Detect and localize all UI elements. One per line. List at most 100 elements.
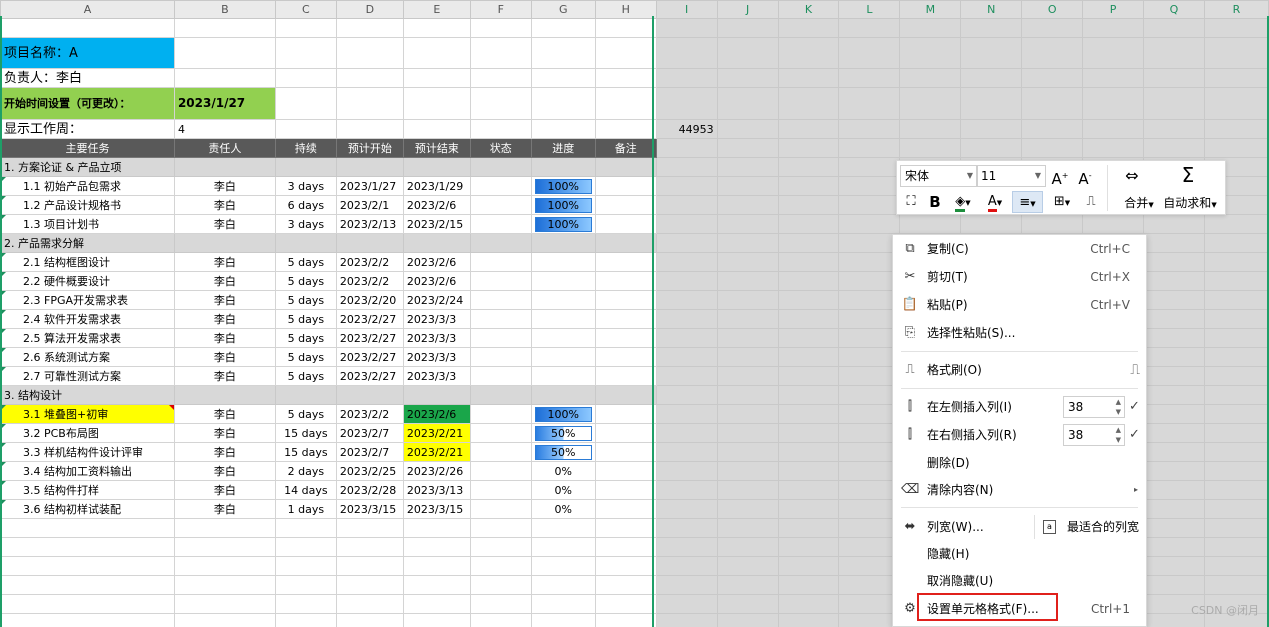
- cell[interactable]: [655, 233, 718, 253]
- cell[interactable]: [469, 537, 532, 557]
- start-cell[interactable]: 2023/2/13: [335, 214, 404, 234]
- end-cell[interactable]: 2023/3/3: [402, 347, 471, 367]
- cell[interactable]: [173, 537, 276, 557]
- cell[interactable]: [655, 499, 718, 519]
- cell[interactable]: [777, 290, 840, 310]
- column-header-m[interactable]: M: [899, 0, 962, 19]
- status-cell[interactable]: [469, 271, 532, 291]
- cell[interactable]: [716, 518, 779, 538]
- cell[interactable]: [716, 328, 779, 348]
- cell[interactable]: [594, 157, 657, 177]
- cell[interactable]: [1203, 366, 1269, 386]
- duration-cell[interactable]: 5 days: [274, 328, 337, 348]
- cell[interactable]: [777, 37, 840, 69]
- project-name-cell[interactable]: 项目名称：A: [0, 37, 175, 69]
- end-cell[interactable]: 2023/2/6: [402, 252, 471, 272]
- menu-item-format-cells[interactable]: ⚙ 设置单元格格式(F)... Ctrl+1: [893, 593, 1146, 622]
- cell[interactable]: [594, 233, 657, 253]
- start-cell[interactable]: 2023/2/27: [335, 347, 404, 367]
- task-cell[interactable]: 3.5 结构件打样: [0, 480, 175, 500]
- cell[interactable]: [777, 518, 840, 538]
- notes-cell[interactable]: [594, 309, 657, 329]
- cell[interactable]: [469, 68, 532, 88]
- cell[interactable]: [777, 556, 840, 576]
- cell[interactable]: [1021, 87, 1084, 120]
- cell[interactable]: [402, 594, 471, 614]
- table-header[interactable]: 状态: [469, 138, 532, 158]
- cell[interactable]: [402, 18, 471, 38]
- cell[interactable]: [777, 347, 840, 367]
- cell[interactable]: [655, 556, 718, 576]
- cell[interactable]: [655, 423, 718, 443]
- column-header-n[interactable]: N: [960, 0, 1023, 19]
- notes-cell[interactable]: [594, 290, 657, 310]
- cell[interactable]: [1021, 214, 1084, 234]
- bold-icon[interactable]: B: [926, 191, 944, 213]
- increase-font-icon[interactable]: A+: [1049, 165, 1071, 188]
- cell[interactable]: [1143, 119, 1205, 139]
- owner-cell[interactable]: 李白: [173, 442, 276, 462]
- cell[interactable]: [530, 157, 596, 177]
- cell[interactable]: [655, 68, 718, 88]
- duration-cell[interactable]: 5 days: [274, 347, 337, 367]
- cell[interactable]: [335, 594, 404, 614]
- sum-icon[interactable]: Σ: [1173, 164, 1203, 186]
- cell[interactable]: [173, 556, 276, 576]
- cell[interactable]: [1143, 290, 1205, 310]
- status-cell[interactable]: [469, 423, 532, 443]
- font-name-select[interactable]: 宋体 ▼: [900, 165, 978, 187]
- status-cell[interactable]: [469, 442, 532, 462]
- cell[interactable]: [716, 87, 779, 120]
- cell[interactable]: [1203, 87, 1269, 120]
- cell[interactable]: [655, 290, 718, 310]
- cell[interactable]: [838, 290, 901, 310]
- cell[interactable]: [530, 119, 596, 139]
- cell[interactable]: [716, 18, 779, 38]
- table-header[interactable]: 进度: [530, 138, 596, 158]
- table-header[interactable]: 备注: [594, 138, 657, 158]
- cell[interactable]: [1082, 37, 1145, 69]
- cell[interactable]: [838, 252, 901, 272]
- cell[interactable]: [173, 18, 276, 38]
- cell[interactable]: [1143, 271, 1205, 291]
- cell[interactable]: [960, 138, 1023, 158]
- cell[interactable]: [960, 87, 1023, 120]
- cell[interactable]: [1203, 233, 1269, 253]
- owner-cell[interactable]: 李白: [173, 214, 276, 234]
- cell[interactable]: [1143, 575, 1205, 595]
- format-painter-icon[interactable]: ⎍: [1081, 191, 1101, 213]
- menu-item-insert-right[interactable]: ⫿ 在右侧插入列(R) 38 ▲ ▼ ✓: [893, 422, 1146, 448]
- autosum-button[interactable]: 自动求和▼: [1159, 192, 1221, 214]
- owner-cell[interactable]: 李白: [173, 461, 276, 481]
- cell[interactable]: [716, 195, 779, 215]
- merge-icon[interactable]: ⇔: [1117, 165, 1147, 187]
- cell[interactable]: [173, 613, 276, 627]
- cell[interactable]: [838, 68, 901, 88]
- owner-cell[interactable]: 李白: [173, 195, 276, 215]
- cell[interactable]: [335, 68, 404, 88]
- cell[interactable]: [335, 157, 404, 177]
- cell[interactable]: [899, 214, 962, 234]
- scan-icon[interactable]: ⛶: [901, 191, 921, 213]
- cell[interactable]: [838, 195, 901, 215]
- cell[interactable]: [1082, 214, 1145, 234]
- cell[interactable]: [838, 214, 901, 234]
- duration-cell[interactable]: 5 days: [274, 309, 337, 329]
- start-cell[interactable]: 2023/2/28: [335, 480, 404, 500]
- progress-cell[interactable]: 0%: [530, 499, 596, 519]
- task-cell[interactable]: 2.2 硬件概要设计: [0, 271, 175, 291]
- cell[interactable]: [469, 233, 532, 253]
- menu-item-unhide[interactable]: 取消隐藏(U): [893, 568, 1146, 594]
- cell[interactable]: [960, 119, 1023, 139]
- cell[interactable]: [716, 347, 779, 367]
- start-cell[interactable]: 2023/2/1: [335, 195, 404, 215]
- duration-cell[interactable]: 5 days: [274, 404, 337, 424]
- cell[interactable]: [594, 613, 657, 627]
- cell[interactable]: [1203, 423, 1269, 443]
- cell[interactable]: [716, 290, 779, 310]
- end-cell[interactable]: 2023/1/29: [402, 176, 471, 196]
- cell[interactable]: [1143, 68, 1205, 88]
- notes-cell[interactable]: [594, 252, 657, 272]
- status-cell[interactable]: [469, 252, 532, 272]
- cell[interactable]: [335, 18, 404, 38]
